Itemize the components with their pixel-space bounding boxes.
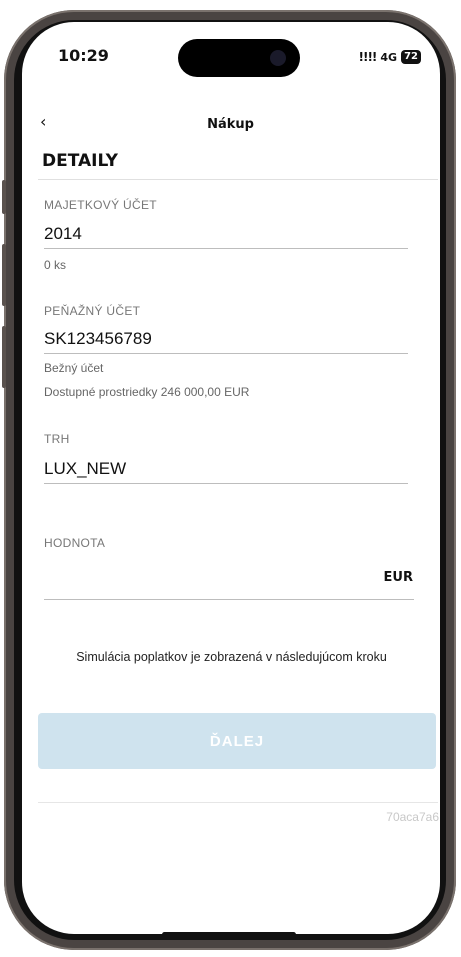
cash-account-label: PEŇAŽNÝ ÚČET bbox=[44, 304, 141, 318]
action-button bbox=[2, 180, 6, 214]
section-divider bbox=[38, 179, 438, 180]
market-value[interactable]: LUX_NEW bbox=[44, 459, 126, 479]
network-label: 4G bbox=[380, 50, 398, 64]
available-funds: Dostupné prostriedky 246 000,00 EUR bbox=[44, 385, 250, 399]
status-time: 10:29 bbox=[58, 46, 109, 65]
market-underline bbox=[44, 483, 408, 484]
status-indicators: !!!! 4G 72 bbox=[358, 50, 421, 64]
amount-currency: EUR bbox=[383, 570, 413, 585]
asset-account-underline bbox=[44, 248, 408, 249]
asset-account-label: MAJETKOVÝ ÚČET bbox=[44, 198, 157, 212]
section-title: DETAILY bbox=[42, 151, 118, 171]
version-label: 70aca7a6 bbox=[386, 810, 439, 824]
next-button[interactable]: ĎALEJ bbox=[38, 713, 436, 769]
dynamic-island bbox=[178, 39, 300, 77]
fee-simulation-note: Simulácia poplatkov je zobrazená v násle… bbox=[76, 650, 387, 664]
camera-icon bbox=[270, 50, 286, 66]
cash-account-value[interactable]: SK123456789 bbox=[44, 329, 152, 349]
asset-account-value[interactable]: 2014 bbox=[44, 224, 82, 244]
cash-account-type: Bežný účet bbox=[44, 361, 104, 375]
home-indicator[interactable] bbox=[162, 932, 296, 934]
footer-divider bbox=[38, 802, 438, 803]
amount-underline bbox=[44, 599, 414, 600]
amount-input[interactable] bbox=[44, 568, 364, 590]
screen: 10:29 !!!! 4G 72 ‹ Nákup DETAILY MAJETKO… bbox=[22, 22, 440, 934]
signal-icon: !!!! bbox=[358, 50, 378, 64]
volume-up-button bbox=[2, 244, 6, 306]
market-label: TRH bbox=[44, 432, 70, 446]
volume-down-button bbox=[2, 326, 6, 388]
amount-label: HODNOTA bbox=[44, 536, 106, 550]
cash-account-underline bbox=[44, 353, 408, 354]
asset-quantity: 0 ks bbox=[44, 258, 67, 272]
page-title: Nákup bbox=[207, 117, 254, 132]
battery-icon: 72 bbox=[401, 50, 421, 64]
